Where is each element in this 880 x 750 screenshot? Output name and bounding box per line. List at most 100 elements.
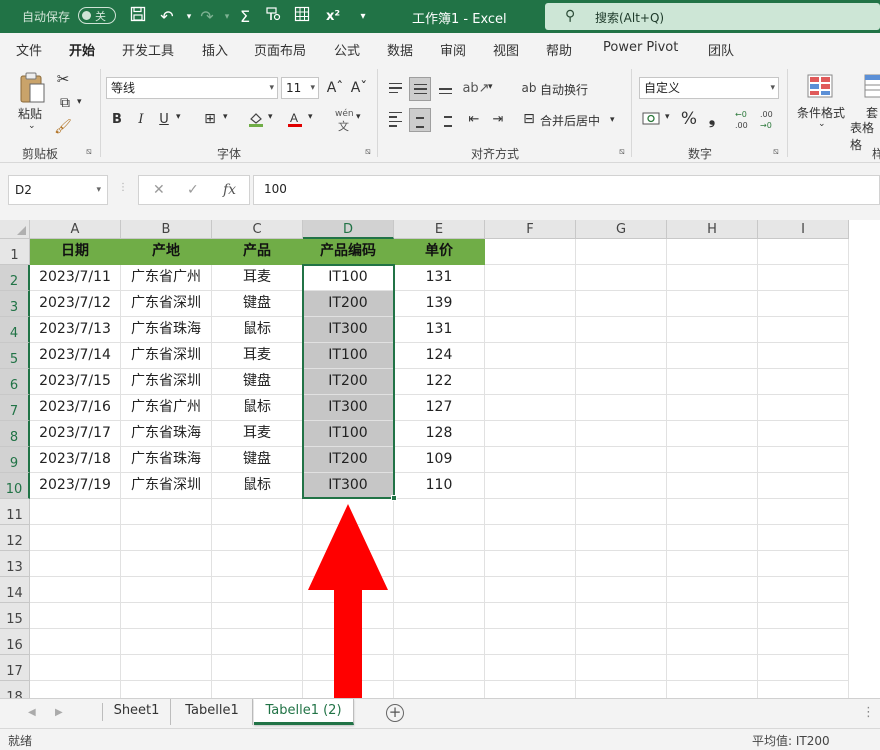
cell[interactable] [121,577,212,603]
row-header-10[interactable]: 10 [0,473,30,499]
name-box[interactable]: D2 ▾ [8,175,108,205]
enter-icon[interactable]: ✓ [187,182,199,198]
conditional-format-icon[interactable] [805,71,835,101]
row-header-7[interactable]: 7 [0,395,30,421]
table-cell[interactable] [576,343,667,369]
align-bottom-icon[interactable] [435,77,455,99]
cell[interactable] [30,499,121,525]
table-cell[interactable]: 2023/7/19 [30,473,121,499]
table-header-cell[interactable]: 产品编码 [303,239,394,265]
table-cell[interactable]: 广东省广州 [121,395,212,421]
table-cell[interactable] [758,291,849,317]
row-header-12[interactable]: 12 [0,525,30,551]
table-cell[interactable]: 2023/7/13 [30,317,121,343]
paste-icon[interactable] [14,69,50,109]
table-cell[interactable] [576,291,667,317]
cell[interactable] [667,499,758,525]
table-cell[interactable] [667,343,758,369]
borders-icon[interactable]: ⊞ [201,108,219,130]
table-cell[interactable]: 2023/7/14 [30,343,121,369]
table-cell[interactable]: IT200 [303,447,394,473]
tab-data[interactable]: 数据 [387,40,413,59]
underline-button[interactable]: U [155,108,173,130]
table-cell[interactable] [576,369,667,395]
table-cell[interactable] [758,395,849,421]
table-cell[interactable] [758,473,849,499]
table-grid-icon[interactable] [291,6,313,28]
cell[interactable] [212,603,303,629]
decrease-indent-icon[interactable]: ⇤ [464,108,484,130]
table-header-cell[interactable]: 日期 [30,239,121,265]
cell[interactable] [758,577,849,603]
tab-review[interactable]: 审阅 [440,40,466,59]
cell[interactable] [667,239,758,265]
cell[interactable] [30,655,121,681]
table-cell[interactable]: 耳麦 [212,421,303,447]
row-header-6[interactable]: 6 [0,369,30,395]
column-header-c[interactable]: C [212,220,303,239]
cut-icon[interactable]: ✂ [54,69,72,89]
formula-input[interactable]: 100 [253,175,880,205]
copy-dropdown-icon[interactable]: ▾ [77,97,82,107]
cell[interactable] [576,681,667,698]
align-middle-icon[interactable] [409,77,431,101]
cell[interactable] [121,525,212,551]
fill-color-icon[interactable] [246,108,266,130]
table-cell[interactable] [576,421,667,447]
table-cell[interactable]: 鼠标 [212,473,303,499]
cell[interactable] [667,551,758,577]
cell[interactable] [121,629,212,655]
grow-font-icon[interactable]: Aˆ [325,77,345,99]
row-header-15[interactable]: 15 [0,603,30,629]
table-cell[interactable] [667,291,758,317]
format-painter-icon[interactable]: 🖌 [54,117,72,137]
table-cell[interactable]: 2023/7/15 [30,369,121,395]
cell[interactable] [758,629,849,655]
cell[interactable] [394,681,485,698]
font-launcher-icon[interactable]: ⧅ [365,147,371,157]
cell[interactable] [30,525,121,551]
decrease-decimal-icon[interactable]: .00 →0 [758,107,780,133]
cell[interactable] [485,629,576,655]
row-header-17[interactable]: 17 [0,655,30,681]
font-size-select[interactable]: 11 ▾ [281,77,319,99]
cell[interactable] [30,681,121,698]
borders-dropdown-icon[interactable]: ▾ [223,112,228,122]
table-cell[interactable]: 2023/7/16 [30,395,121,421]
autosum-icon[interactable]: Σ [234,6,256,28]
cell[interactable] [30,629,121,655]
table-cell[interactable] [667,473,758,499]
select-all-button[interactable] [0,220,30,239]
cell[interactable] [758,239,849,265]
cell[interactable] [667,577,758,603]
format-painter-qa-icon[interactable] [262,6,284,28]
row-header-8[interactable]: 8 [0,421,30,447]
cell[interactable] [576,655,667,681]
italic-button[interactable]: I [132,108,150,130]
comma-button[interactable]: ❟ [704,108,720,130]
customize-qa-icon[interactable]: ▾ [352,6,374,28]
table-cell[interactable]: 广东省深圳 [121,473,212,499]
table-cell[interactable]: 广东省深圳 [121,291,212,317]
table-cell[interactable] [576,395,667,421]
column-header-d[interactable]: D [303,220,394,239]
cell[interactable] [394,629,485,655]
table-cell[interactable]: 2023/7/12 [30,291,121,317]
tab-power-pivot[interactable]: Power Pivot [603,40,678,55]
table-cell[interactable]: 131 [394,317,485,343]
row-header-1[interactable]: 1 [0,239,30,265]
column-header-a[interactable]: A [30,220,121,239]
undo-icon[interactable]: ↶ [156,6,178,28]
font-color-dropdown-icon[interactable]: ▾ [308,112,313,122]
row-header-16[interactable]: 16 [0,629,30,655]
cell[interactable] [394,577,485,603]
tab-formulas[interactable]: 公式 [334,40,360,59]
cell[interactable] [576,577,667,603]
table-cell[interactable]: 127 [394,395,485,421]
table-cell[interactable]: 耳麦 [212,343,303,369]
tab-developer[interactable]: 开发工具 [122,40,174,59]
cell[interactable] [30,577,121,603]
sheet-tab-sheet1[interactable]: Sheet1 [103,699,171,725]
column-header-f[interactable]: F [485,220,576,239]
row-header-11[interactable]: 11 [0,499,30,525]
